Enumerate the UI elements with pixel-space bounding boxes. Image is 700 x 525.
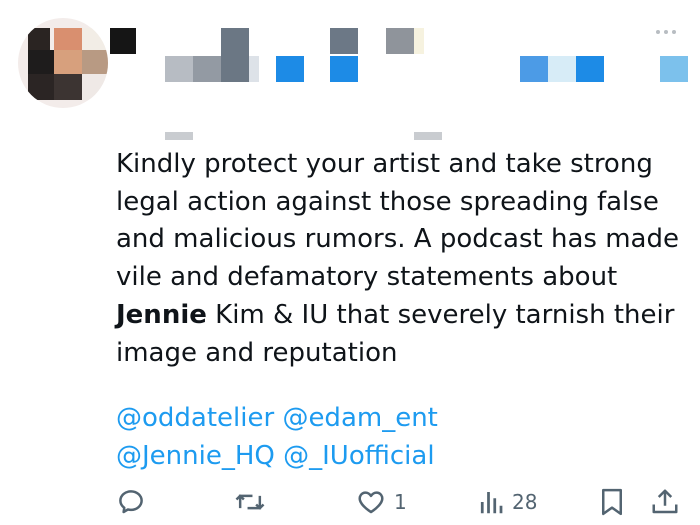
share-button[interactable] [650, 482, 680, 522]
bookmark-icon [602, 488, 622, 516]
heart-icon [358, 491, 384, 514]
retweet-button[interactable] [234, 482, 266, 522]
mentions: @oddatelier @edam_ent @Jennie_HQ @_IUoff… [116, 400, 676, 475]
share-icon [652, 489, 678, 514]
tweet-text-bold: Jennie [116, 299, 207, 330]
tweet-text-part1: Kindly protect your artist and take stro… [116, 149, 679, 293]
mention-link[interactable]: @oddatelier [116, 403, 274, 433]
analytics-icon [480, 492, 503, 514]
bookmark-button[interactable] [598, 482, 626, 522]
redacted-name [249, 56, 259, 82]
like-count: 1 [394, 490, 407, 514]
mention-link[interactable]: @edam_ent [282, 403, 437, 433]
redacted-handle [520, 56, 548, 82]
redacted-avatar-fragment [110, 28, 136, 54]
redacted-reply-context [414, 132, 442, 140]
views-button[interactable]: 28 [478, 482, 537, 522]
redacted-name [221, 28, 249, 82]
redacted-handle [414, 28, 424, 54]
redacted-reply-context [165, 132, 193, 140]
redacted-badge [276, 56, 304, 82]
more-options-icon[interactable] [652, 26, 680, 38]
mention-link[interactable]: @_IUofficial [283, 441, 434, 471]
redacted-handle [386, 28, 414, 54]
redacted-handle [330, 56, 358, 82]
reply-icon [119, 490, 143, 514]
tweet-text: Kindly protect your artist and take stro… [116, 146, 686, 372]
redacted-handle [576, 56, 604, 82]
redacted-name [165, 56, 193, 82]
like-button[interactable]: 1 [356, 482, 407, 522]
redacted-handle [660, 56, 688, 82]
redacted-name [193, 56, 221, 82]
reply-button[interactable] [116, 482, 146, 522]
views-count: 28 [512, 490, 538, 514]
action-bar: 1 28 [116, 482, 686, 522]
avatar[interactable] [18, 18, 108, 108]
redacted-handle [548, 56, 576, 82]
mention-link[interactable]: @Jennie_HQ [116, 441, 275, 471]
retweet-icon [235, 494, 265, 510]
redacted-handle [330, 28, 358, 54]
